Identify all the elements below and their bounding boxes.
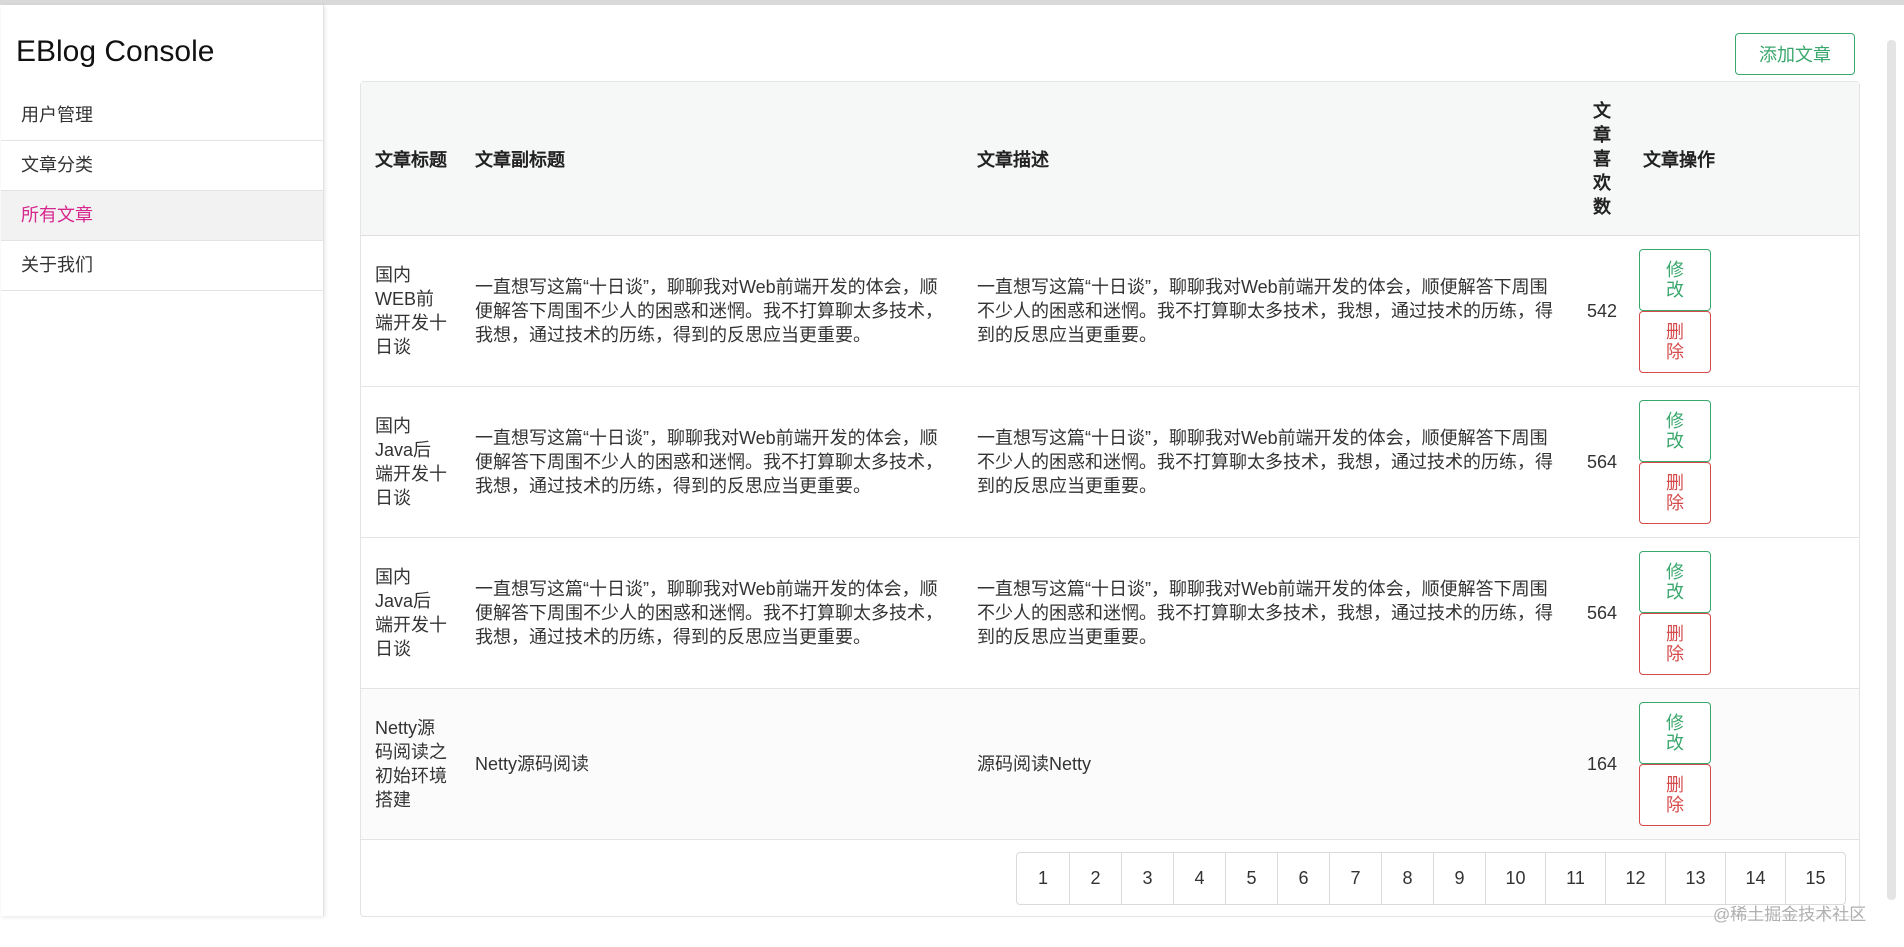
table-row: 国内Java后端开发十日谈 一直想写这篇“十日谈”，聊聊我对Web前端开发的体会… [361,386,1859,538]
cell-title: 国内Java后端开发十日谈 [361,386,461,538]
cell-actions: 修改 删除 [1629,537,1859,689]
page-link-10[interactable]: 10 [1485,853,1545,904]
header-title: 文章标题 [361,82,461,236]
page-link-12[interactable]: 12 [1605,853,1665,904]
articles-panel: 文章标题 文章副标题 文章描述 文章喜欢数 文章操作 国内WEB前端开发十日谈 … [360,81,1860,917]
sidebar-item-all-articles[interactable]: 所有文章 [1,191,323,241]
cell-title: 国内Java后端开发十日谈 [361,537,461,689]
page-link-2[interactable]: 2 [1069,853,1121,904]
page-link-11[interactable]: 11 [1545,853,1605,904]
page-link-14[interactable]: 14 [1725,853,1785,904]
page-link-13[interactable]: 13 [1665,853,1725,904]
cell-subtitle: 一直想写这篇“十日谈”，聊聊我对Web前端开发的体会，顺便解答下周围不少人的困惑… [461,386,963,538]
cell-subtitle: Netty源码阅读 [461,688,963,840]
cell-actions: 修改 删除 [1629,386,1859,538]
table-row: Netty源码阅读之初始环境搭建 Netty源码阅读 源码阅读Netty 164… [361,688,1859,840]
table-row: 国内WEB前端开发十日谈 一直想写这篇“十日谈”，聊聊我对Web前端开发的体会，… [361,235,1859,387]
delete-button[interactable]: 删除 [1639,764,1711,826]
cell-likes: 542 [1575,235,1629,387]
page-link-6[interactable]: 6 [1277,853,1329,904]
cell-likes: 164 [1575,688,1629,840]
page-link-7[interactable]: 7 [1329,853,1381,904]
delete-button[interactable]: 删除 [1639,311,1711,373]
header-likes: 文章喜欢数 [1575,82,1629,236]
watermark-text: @稀土掘金技术社区 [1713,905,1867,924]
header-actions: 文章操作 [1629,82,1859,236]
cell-description: 一直想写这篇“十日谈”，聊聊我对Web前端开发的体会，顺便解答下周围不少人的困惑… [963,386,1575,538]
add-article-button[interactable]: 添加文章 [1735,33,1855,75]
header-subtitle: 文章副标题 [461,82,963,236]
articles-table: 文章标题 文章副标题 文章描述 文章喜欢数 文章操作 国内WEB前端开发十日谈 … [361,82,1859,840]
page-link-8[interactable]: 8 [1381,853,1433,904]
cell-subtitle: 一直想写这篇“十日谈”，聊聊我对Web前端开发的体会，顺便解答下周围不少人的困惑… [461,537,963,689]
cell-title: Netty源码阅读之初始环境搭建 [361,688,461,840]
table-row: 国内Java后端开发十日谈 一直想写这篇“十日谈”，聊聊我对Web前端开发的体会… [361,537,1859,689]
sidebar: EBlog Console 用户管理 文章分类 所有文章 关于我们 [1,5,324,916]
pagination: 1 2 3 4 5 6 7 8 9 10 11 12 13 14 15 [1016,852,1846,905]
page-link-1[interactable]: 1 [1017,853,1069,904]
sidebar-item-article-categories[interactable]: 文章分类 [1,141,323,191]
edit-button[interactable]: 修改 [1639,702,1711,764]
header-likes-label: 文章喜欢数 [1593,100,1611,217]
cell-likes: 564 [1575,386,1629,538]
page-link-4[interactable]: 4 [1173,853,1225,904]
cell-description: 一直想写这篇“十日谈”，聊聊我对Web前端开发的体会，顺便解答下周围不少人的困惑… [963,537,1575,689]
main-content: 添加文章 文章标题 文章副标题 文章描述 文章喜欢数 文章操作 国内WEB前端开… [360,5,1860,935]
edit-button[interactable]: 修改 [1639,400,1711,462]
cell-likes: 564 [1575,537,1629,689]
cell-title: 国内WEB前端开发十日谈 [361,235,461,387]
page-link-3[interactable]: 3 [1121,853,1173,904]
sidebar-item-about-us[interactable]: 关于我们 [1,241,323,291]
delete-button[interactable]: 删除 [1639,613,1711,675]
page-link-9[interactable]: 9 [1433,853,1485,904]
edit-button[interactable]: 修改 [1639,551,1711,613]
cell-description: 源码阅读Netty [963,688,1575,840]
page-link-5[interactable]: 5 [1225,853,1277,904]
table-header-row: 文章标题 文章副标题 文章描述 文章喜欢数 文章操作 [361,82,1859,236]
page-link-15[interactable]: 15 [1785,853,1845,904]
sidebar-nav: 用户管理 文章分类 所有文章 关于我们 [1,91,323,291]
cell-actions: 修改 删除 [1629,688,1859,840]
sidebar-item-user-management[interactable]: 用户管理 [1,91,323,141]
cell-description: 一直想写这篇“十日谈”，聊聊我对Web前端开发的体会，顺便解答下周围不少人的困惑… [963,235,1575,387]
vertical-scrollbar[interactable] [1887,40,1896,900]
cell-actions: 修改 删除 [1629,235,1859,387]
brand-title: EBlog Console [16,35,215,68]
header-description: 文章描述 [963,82,1575,236]
delete-button[interactable]: 删除 [1639,462,1711,524]
edit-button[interactable]: 修改 [1639,249,1711,311]
cell-subtitle: 一直想写这篇“十日谈”，聊聊我对Web前端开发的体会，顺便解答下周围不少人的困惑… [461,235,963,387]
